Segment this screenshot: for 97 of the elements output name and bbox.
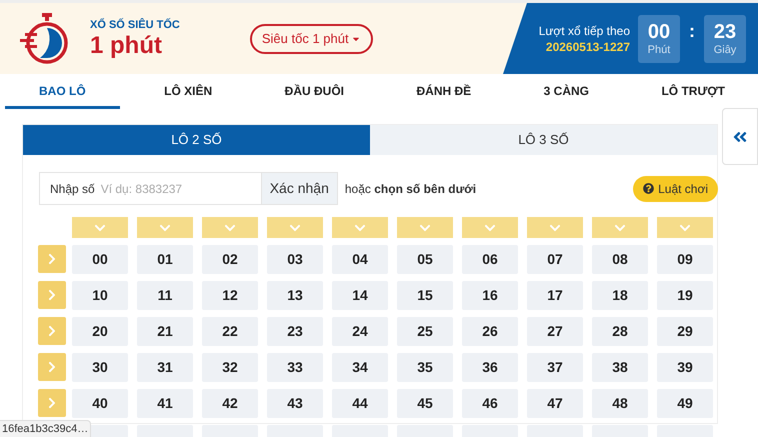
number-cell[interactable]: 21: [137, 317, 193, 346]
number-cell[interactable]: 05: [397, 245, 453, 274]
number-cell[interactable]: 40: [72, 389, 128, 418]
nav-tab[interactable]: ĐẦU ĐUÔI: [256, 75, 372, 109]
number-cell[interactable]: 27: [527, 317, 583, 346]
number-cell[interactable]: 39: [657, 353, 713, 382]
chevron-right-icon: [46, 361, 58, 373]
help-icon: [643, 183, 654, 194]
select-row-button[interactable]: [38, 317, 66, 345]
number-cell[interactable]: 04: [332, 245, 388, 274]
number-cell[interactable]: 43: [267, 389, 323, 418]
number-cell[interactable]: 48: [592, 389, 648, 418]
number-cell[interactable]: 26: [462, 317, 518, 346]
nav-tab[interactable]: LÔ XIÊN: [136, 75, 240, 109]
nav-tab[interactable]: ĐÁNH ĐỀ: [388, 75, 500, 109]
number-cell[interactable]: 49: [657, 389, 713, 418]
number-cell[interactable]: 07: [527, 245, 583, 274]
nav-tab[interactable]: BAO LÔ: [5, 75, 120, 109]
number-cell[interactable]: 28: [592, 317, 648, 346]
select-column-button[interactable]: [657, 217, 713, 238]
select-row-button[interactable]: [38, 389, 66, 417]
hint-text: hoặc chọn số bên dưới: [344, 180, 476, 198]
number-cell[interactable]: 03: [267, 245, 323, 274]
input-label: Nhập số: [49, 180, 96, 198]
draw-id: 20260513-1227: [546, 38, 630, 54]
number-cell[interactable]: 33: [267, 353, 323, 382]
nav-tab[interactable]: LÔ TRƯỢT: [633, 75, 753, 109]
number-cell[interactable]: 41: [137, 389, 193, 418]
next-draw-label: Lượt xổ tiếp theo: [538, 22, 630, 38]
number-cell[interactable]: 20: [72, 317, 128, 346]
number-cell[interactable]: 29: [657, 317, 713, 346]
number-cell[interactable]: 42: [202, 389, 258, 418]
number-cell[interactable]: 10: [72, 281, 128, 310]
select-column-button[interactable]: [72, 217, 128, 238]
number-cell[interactable]: 17: [527, 281, 583, 310]
number-cell[interactable]: 00: [72, 245, 128, 274]
chevron-right-icon: [46, 397, 58, 409]
number-cell[interactable]: 18: [592, 281, 648, 310]
number-cell[interactable]: 45: [397, 389, 453, 418]
number-cell[interactable]: 23: [267, 317, 323, 346]
countdown-unit: Phút: [648, 42, 670, 56]
number-cell[interactable]: 12: [202, 281, 258, 310]
stopwatch-icon: [18, 10, 70, 66]
nav-tab[interactable]: 3 CÀNG: [516, 75, 617, 109]
time-separator: :: [688, 20, 696, 43]
status-url-tooltip: 16fea1b3c39c4…: [0, 420, 92, 437]
logo-title: 1 phút: [90, 32, 163, 60]
number-cell[interactable]: 35: [397, 353, 453, 382]
number-cell[interactable]: 15: [397, 281, 453, 310]
select-row-button[interactable]: [38, 353, 66, 381]
number-cell[interactable]: 01: [137, 245, 193, 274]
select-row-button[interactable]: [38, 245, 66, 273]
number-cell[interactable]: 36: [462, 353, 518, 382]
number-cell[interactable]: 37: [527, 353, 583, 382]
number-cell[interactable]: 47: [527, 389, 583, 418]
select-column-button[interactable]: [267, 217, 323, 238]
select-column-button[interactable]: [527, 217, 583, 238]
number-cell[interactable]: 09: [657, 245, 713, 274]
number-cell[interactable]: 44: [332, 389, 388, 418]
select-column-button[interactable]: [332, 217, 388, 238]
chevron-right-icon: [46, 253, 58, 265]
number-cell[interactable]: 14: [332, 281, 388, 310]
select-column-button[interactable]: [462, 217, 518, 238]
select-column-button[interactable]: [202, 217, 258, 238]
countdown-unit: Giây: [714, 42, 736, 56]
number-input-field[interactable]: Nhập số Ví dụ: 8383237 Xác nhận: [39, 172, 338, 205]
select-column-button[interactable]: [137, 217, 193, 238]
number-cell[interactable]: 24: [332, 317, 388, 346]
rules-button[interactable]: Luật chơi: [633, 176, 718, 202]
chevron-right-icon: [46, 289, 58, 301]
sub-tab[interactable]: LÔ 3 SỐ: [370, 125, 717, 155]
number-cell[interactable]: 38: [592, 353, 648, 382]
number-cell[interactable]: 16: [462, 281, 518, 310]
confirm-button[interactable]: Xác nhận: [260, 173, 337, 204]
number-cell[interactable]: 46: [462, 389, 518, 418]
number-cell[interactable]: 02: [202, 245, 258, 274]
number-cell[interactable]: 32: [202, 353, 258, 382]
number-cell[interactable]: 25: [397, 317, 453, 346]
number-cell[interactable]: 31: [137, 353, 193, 382]
logo-subtitle: XỔ SỐ SIÊU TỐC: [90, 18, 180, 32]
select-column-button[interactable]: [397, 217, 453, 238]
countdown-value: 00: [648, 20, 670, 42]
number-cell[interactable]: 08: [592, 245, 648, 274]
chevron-right-icon: [46, 325, 58, 337]
number-cell[interactable]: 11: [137, 281, 193, 310]
number-cell[interactable]: 13: [267, 281, 323, 310]
sub-tab[interactable]: LÔ 2 SỐ: [23, 125, 370, 155]
select-column-button[interactable]: [592, 217, 648, 238]
number-cell[interactable]: 34: [332, 353, 388, 382]
game-dropdown[interactable]: Siêu tốc 1 phút: [250, 24, 373, 54]
number-cell[interactable]: 22: [202, 317, 258, 346]
countdown-value: 23: [714, 20, 736, 42]
number-cell[interactable]: 06: [462, 245, 518, 274]
collapse-panel-button[interactable]: [722, 108, 758, 165]
select-row-button[interactable]: [38, 281, 66, 309]
number-cell[interactable]: 30: [72, 353, 128, 382]
number-cell[interactable]: 19: [657, 281, 713, 310]
